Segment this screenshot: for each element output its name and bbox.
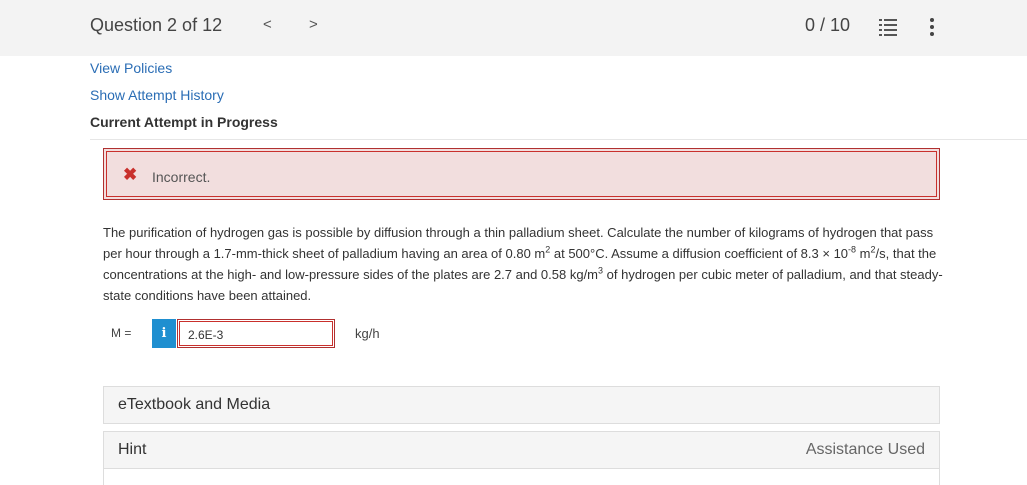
assistance-used-label: Assistance Used <box>805 441 925 458</box>
list-icon[interactable] <box>878 17 898 37</box>
hint-panel[interactable]: Hint Assistance Used <box>103 431 940 469</box>
alert-message: Incorrect. <box>152 169 211 185</box>
superscript: -8 <box>848 244 857 255</box>
score-display: 0 / 10 <box>805 15 851 35</box>
alert-inner-border: ✖ Incorrect. <box>106 151 937 197</box>
current-attempt-label: Current Attempt in Progress <box>90 114 278 130</box>
question-text: The purification of hydrogen gas is poss… <box>103 222 943 306</box>
close-x-icon: ✖ <box>123 165 138 184</box>
divider <box>90 139 1027 140</box>
question-text-part: at 500°C. Assume a diffusion coefficient… <box>550 246 849 261</box>
view-policies-link[interactable]: View Policies <box>90 60 172 76</box>
hint-body <box>103 469 940 485</box>
answer-variable-label: M = <box>111 326 132 340</box>
info-icon[interactable]: i <box>152 319 176 348</box>
etextbook-media-label: eTextbook and Media <box>118 396 271 413</box>
answer-input[interactable]: 2.6E-3 <box>179 321 333 346</box>
answer-unit-label: kg/h <box>355 326 380 341</box>
question-header: Question 2 of 12 < > 0 / 10 <box>0 0 1027 56</box>
next-question-button[interactable]: > <box>309 16 318 33</box>
answer-input-frame: 2.6E-3 <box>177 319 335 348</box>
incorrect-alert: ✖ Incorrect. <box>103 148 940 200</box>
previous-question-button[interactable]: < <box>263 16 272 33</box>
question-text-part: m <box>856 246 871 261</box>
etextbook-media-panel[interactable]: eTextbook and Media <box>103 386 940 424</box>
question-counter: Question 2 of 12 <box>90 15 223 35</box>
hint-label: Hint <box>118 441 147 458</box>
show-attempt-history-link[interactable]: Show Attempt History <box>90 87 224 103</box>
kebab-menu-icon[interactable] <box>925 17 939 37</box>
